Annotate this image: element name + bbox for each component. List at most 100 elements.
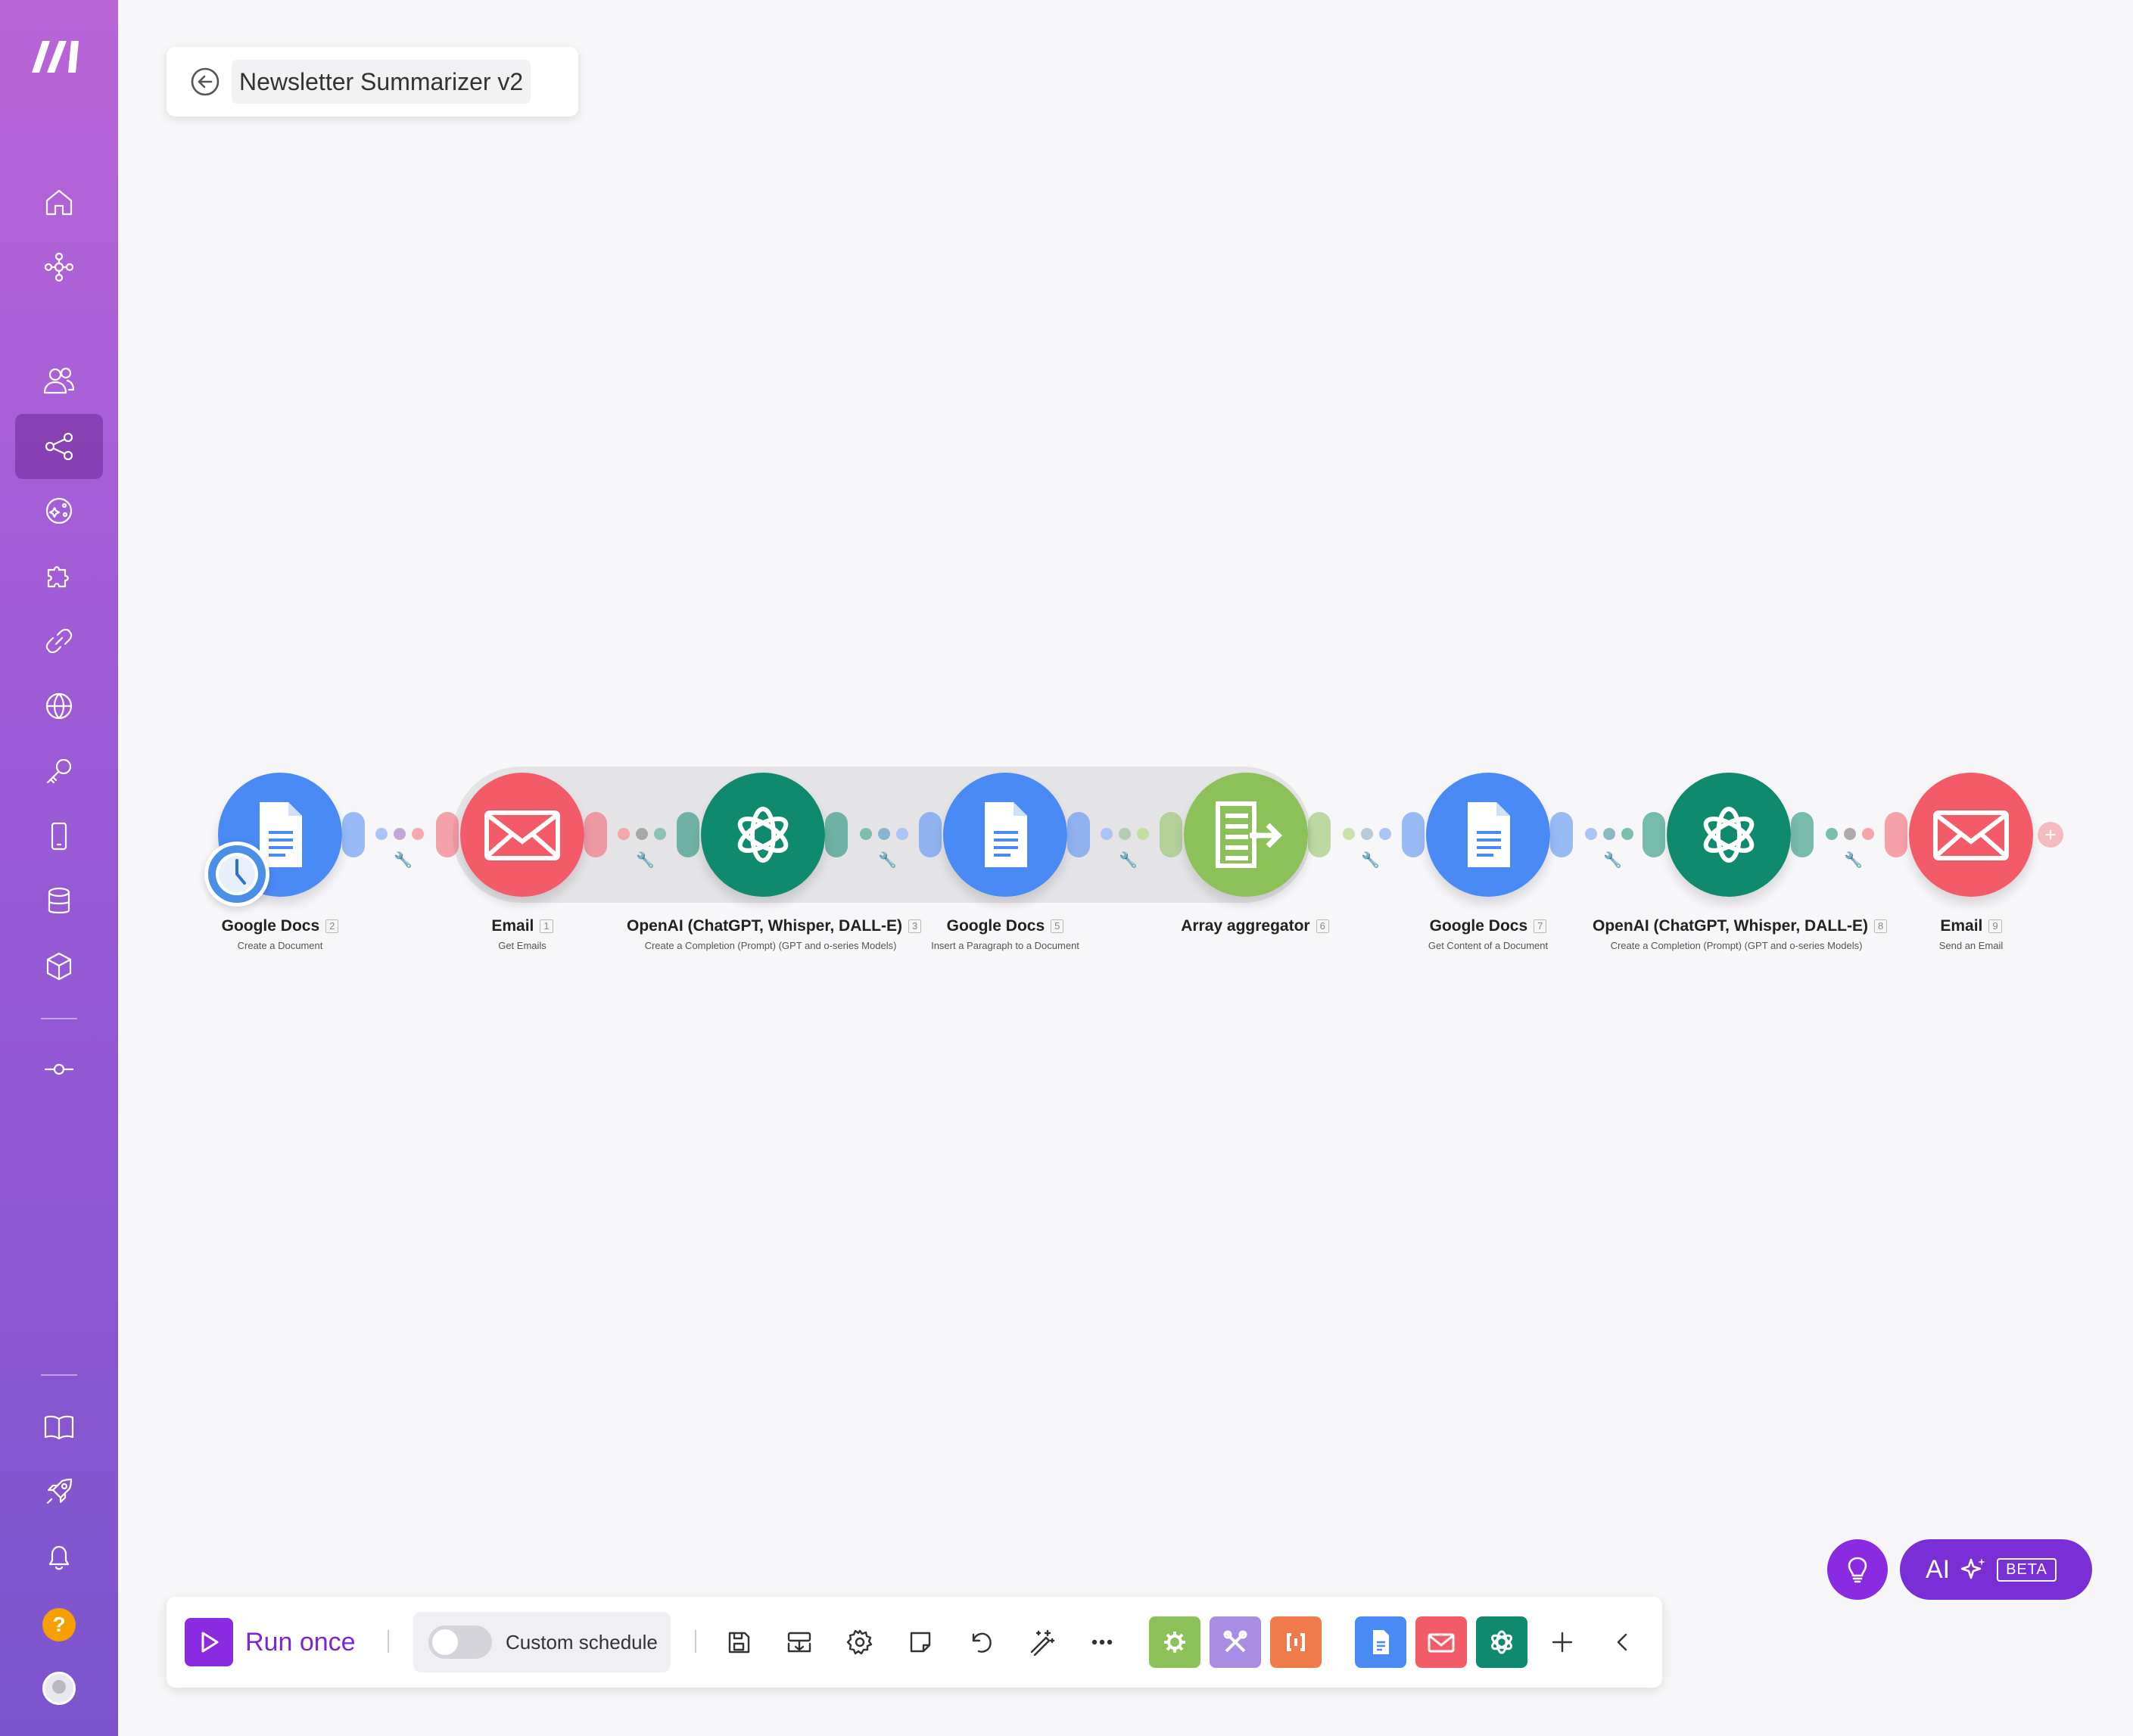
devices-icon[interactable] [15, 804, 103, 869]
add-module-icon[interactable]: + [2038, 822, 2063, 848]
undo-icon[interactable] [961, 1622, 1001, 1662]
webhooks-icon[interactable] [15, 674, 103, 739]
collapse-chevron-icon[interactable] [1603, 1622, 1643, 1662]
run-once-button[interactable]: Run once [185, 1618, 356, 1666]
ai-assistant-button[interactable]: AI BETA [1900, 1539, 2092, 1600]
help-center-icon[interactable] [15, 1394, 103, 1459]
module-app-name: Email [1940, 917, 1983, 935]
connector-dot [1862, 828, 1874, 840]
email-icon[interactable] [1415, 1616, 1467, 1668]
module-handle[interactable] [1160, 812, 1182, 857]
schedule-switch[interactable] [428, 1626, 492, 1659]
module-handle[interactable] [1791, 812, 1814, 857]
play-icon [185, 1618, 233, 1666]
module-handle[interactable] [919, 812, 942, 857]
module-handle[interactable] [342, 812, 365, 857]
more-icon[interactable] [1082, 1622, 1122, 1662]
lightbulb-icon[interactable] [1827, 1539, 1888, 1600]
beta-badge: BETA [1997, 1557, 2057, 1582]
connector-dot [1621, 828, 1633, 840]
module-action: Get Content of a Document [1428, 940, 1549, 951]
module-label: Email 1 Get Emails [378, 917, 666, 951]
openai-icon[interactable] [1476, 1616, 1527, 1668]
route-settings-icon[interactable]: 🔧 [1119, 851, 1138, 870]
route-settings-icon[interactable]: 🔧 [1361, 851, 1380, 870]
make-logo[interactable] [29, 35, 89, 77]
back-arrow-icon[interactable] [188, 64, 223, 99]
flow-control-icon[interactable] [1149, 1616, 1200, 1668]
data-structures-icon[interactable] [15, 934, 103, 999]
connections-icon[interactable] [15, 608, 103, 674]
keys-icon[interactable] [15, 739, 103, 804]
module-number: 9 [1988, 919, 2002, 934]
sidebar-divider [41, 1018, 77, 1019]
route-settings-icon[interactable]: 🔧 [1603, 851, 1622, 870]
array-aggregator-icon [1216, 801, 1282, 868]
custom-schedule-toggle[interactable]: Custom schedule [413, 1612, 671, 1672]
connector-dot [1343, 828, 1355, 840]
save-icon[interactable] [719, 1622, 758, 1662]
add-icon[interactable] [1543, 1622, 1582, 1662]
module-handle[interactable] [1550, 812, 1573, 857]
schedule-clock-icon[interactable] [204, 842, 269, 907]
connector-dot [1603, 828, 1615, 840]
module-handle[interactable] [1067, 812, 1090, 857]
module-action: Insert a Paragraph to a Document [931, 940, 1079, 951]
scenario-name-input[interactable]: Newsletter Summarizer v2 [232, 60, 531, 104]
module-array-aggregator[interactable] [1184, 773, 1308, 897]
home-icon[interactable] [15, 170, 103, 235]
team-icon[interactable] [15, 348, 103, 413]
route-settings-icon[interactable]: 🔧 [878, 851, 897, 870]
tools-icon[interactable] [1210, 1616, 1261, 1668]
data-stores-icon[interactable] [15, 869, 103, 934]
more-icon[interactable] [15, 1037, 103, 1102]
module-label: Google Docs 7 Get Content of a Document [1344, 917, 1632, 951]
module-openai-completion-2[interactable] [1667, 773, 1791, 897]
module-handle[interactable] [677, 812, 699, 857]
avatar [42, 1672, 76, 1705]
user-avatar[interactable] [15, 1656, 103, 1721]
connector-dot [1826, 828, 1838, 840]
module-handle[interactable] [584, 812, 607, 857]
scenarios-icon[interactable] [15, 414, 103, 479]
help-icon[interactable]: ? [15, 1592, 103, 1657]
notifications-icon[interactable] [15, 1524, 103, 1589]
route-settings-icon[interactable]: 🔧 [1844, 851, 1863, 870]
connector-dot [394, 828, 406, 840]
settings-icon[interactable] [840, 1622, 880, 1662]
module-email-get[interactable] [460, 773, 584, 897]
google-docs-icon [1468, 802, 1510, 867]
module-handle[interactable] [825, 812, 848, 857]
ai-agents-icon[interactable] [15, 478, 103, 543]
module-app-name: Email [491, 917, 534, 935]
connector-dot [618, 828, 630, 840]
module-handle[interactable] [436, 812, 459, 857]
organization-icon[interactable] [15, 235, 103, 300]
connector-dot [896, 828, 908, 840]
module-handle[interactable] [1643, 812, 1665, 857]
whats-new-icon[interactable] [15, 1459, 103, 1524]
auto-align-icon[interactable] [1022, 1622, 1061, 1662]
connector-dot [1137, 828, 1149, 840]
module-google-docs-get[interactable] [1426, 773, 1550, 897]
templates-icon[interactable] [15, 543, 103, 608]
module-handle[interactable] [1885, 812, 1907, 857]
import-export-icon[interactable] [780, 1622, 819, 1662]
route-settings-icon[interactable]: 🔧 [636, 851, 655, 870]
module-action: Send an Email [1938, 940, 2004, 951]
module-label: Google Docs 5 Insert a Paragraph to a Doc… [861, 917, 1149, 951]
json-icon[interactable] [1270, 1616, 1322, 1668]
module-label: Email 9 Send an Email [1827, 917, 2115, 951]
module-handle[interactable] [1402, 812, 1425, 857]
module-action: Get Emails [498, 940, 546, 951]
connector-dot [1379, 828, 1391, 840]
module-email-send[interactable] [1909, 773, 2033, 897]
module-handle[interactable] [1308, 812, 1331, 857]
module-google-docs-insert[interactable] [943, 773, 1067, 897]
module-openai-completion-1[interactable] [701, 773, 825, 897]
connector-dot [1361, 828, 1373, 840]
google-docs-icon[interactable] [1355, 1616, 1406, 1668]
connector-dot [375, 828, 388, 840]
notes-icon[interactable] [901, 1622, 940, 1662]
route-settings-icon[interactable]: 🔧 [394, 851, 413, 870]
